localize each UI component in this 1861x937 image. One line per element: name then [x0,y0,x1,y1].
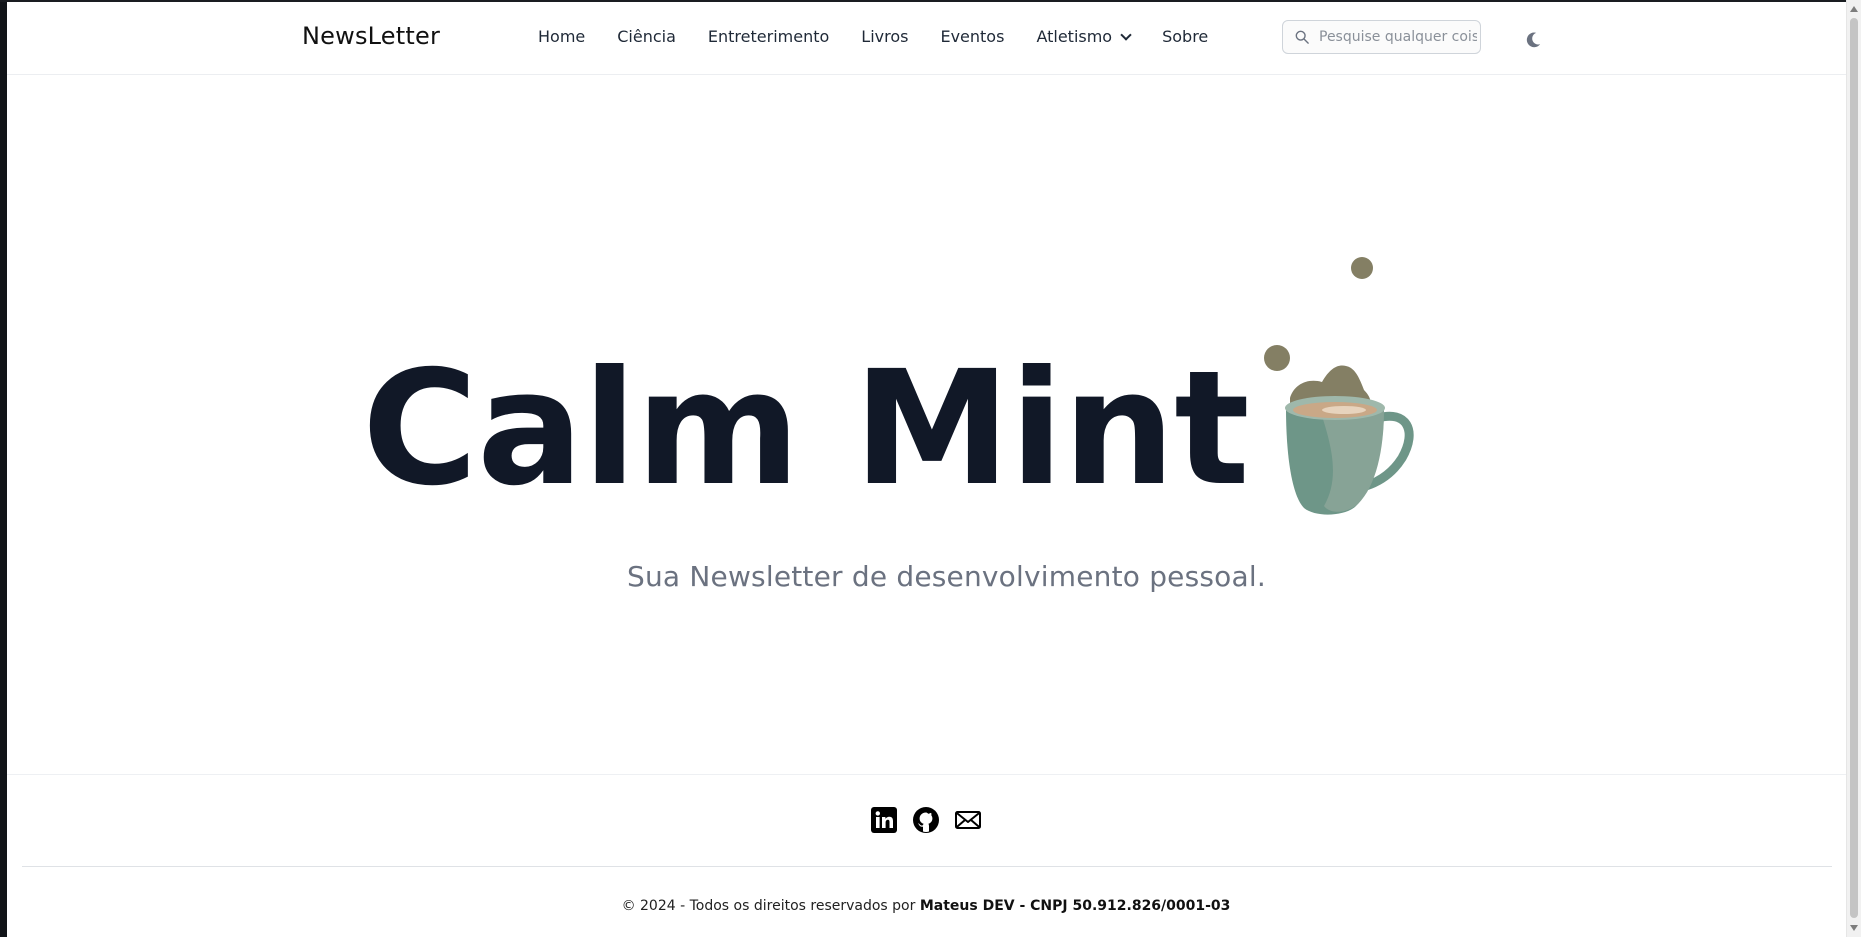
nav-atletismo-dropdown[interactable]: Atletismo [1036,27,1132,46]
mail-icon[interactable] [954,806,982,834]
scrollbar-thumb[interactable] [1850,18,1858,918]
footer-divider-top [7,774,1847,775]
nav-home[interactable]: Home [538,27,585,46]
copyright-text: © 2024 - Todos os direitos reservados po… [621,898,916,914]
search-icon [1295,30,1309,44]
social-links [870,806,982,834]
nav-entreterimento[interactable]: Entreterimento [708,27,829,46]
linkedin-icon[interactable] [870,806,898,834]
copyright-owner: Mateus DEV - CNPJ 50.912.826/0001-03 [919,898,1231,914]
search-box [1282,20,1481,54]
copyright-notice: © 2024 - Todos os direitos reservados po… [0,898,1852,914]
nav-atletismo-label: Atletismo [1036,27,1113,46]
brand-logo[interactable]: NewsLetter [302,22,440,50]
scroll-down-arrow-icon[interactable] [1850,925,1858,931]
window-edge [0,0,7,937]
site-header: NewsLetter Home Ciência Entreterimento L… [7,2,1847,75]
moon-icon[interactable] [1522,29,1544,51]
nav-eventos[interactable]: Eventos [940,27,1004,46]
nav-sobre[interactable]: Sobre [1162,27,1208,46]
hero-subtitle: Sua Newsletter de desenvolvimento pessoa… [627,560,1266,593]
search-input[interactable] [1319,21,1477,53]
vertical-scrollbar[interactable] [1846,0,1861,937]
hero-title: Calm Mint [362,337,1250,521]
nav-ciencia[interactable]: Ciência [617,27,676,46]
footer-divider [22,866,1832,867]
github-icon[interactable] [912,806,940,834]
main-nav: Home Ciência Entreterimento Livros Event… [538,27,1208,46]
coffee-cup-illustration [1264,257,1414,515]
nav-livros[interactable]: Livros [861,27,908,46]
chevron-down-icon [1120,28,1132,41]
scroll-up-arrow-icon[interactable] [1850,6,1858,12]
